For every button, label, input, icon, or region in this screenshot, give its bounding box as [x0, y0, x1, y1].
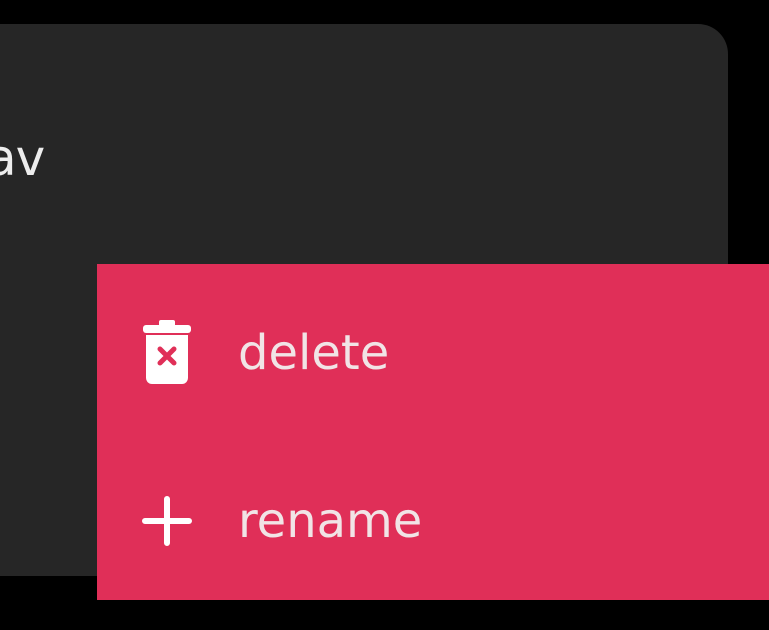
menu-item-rename-label: rename: [238, 493, 423, 549]
trash-x-icon: [141, 320, 193, 386]
menu-item-delete[interactable]: delete: [97, 299, 769, 407]
menu-item-rename[interactable]: rename: [97, 467, 769, 575]
menu-item-delete-label: delete: [238, 325, 390, 381]
context-menu: delete rename: [97, 264, 769, 600]
card-title: av: [0, 129, 45, 187]
screen: av delete rename: [0, 0, 769, 630]
plus-icon: [141, 488, 193, 554]
